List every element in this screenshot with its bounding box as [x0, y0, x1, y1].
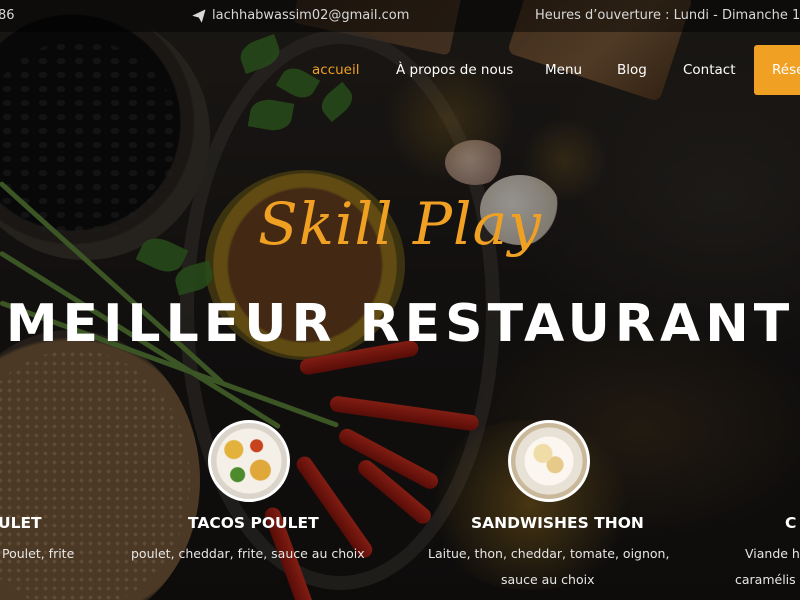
menu-item-description: Viande h [745, 546, 800, 561]
nav-item-blog[interactable]: Blog [617, 62, 647, 78]
menu-item-description: sauce au choix [501, 572, 595, 587]
paper-plane-icon [192, 9, 206, 22]
menu-item-description: Poulet, frite [2, 546, 75, 561]
hero-main-title: MEILLEUR RESTAURANT [5, 294, 795, 354]
email-contact[interactable]: lachhabwassim02@gmail.com [192, 8, 409, 23]
menu-item-description: caramélis [735, 572, 796, 587]
tacos-poulet-image[interactable] [208, 420, 290, 502]
opening-hours: Heures d’ouverture : Lundi - Dimanche 10 [535, 8, 800, 23]
email-address[interactable]: lachhabwassim02@gmail.com [212, 8, 409, 23]
menu-item-name: ULET [0, 514, 42, 532]
main-navigation: accueil À propos de nous Menu Blog Conta… [0, 62, 800, 82]
nav-item-a-propos[interactable]: À propos de nous [396, 62, 513, 78]
menu-item-description: poulet, cheddar, frite, sauce au choix [131, 546, 365, 561]
reserve-button[interactable]: Rése [754, 45, 800, 95]
sandwishes-thon-image[interactable] [508, 420, 590, 502]
phone-number[interactable]: 86 [0, 8, 15, 23]
menu-item-description: Laitue, thon, cheddar, tomate, oignon, [428, 546, 670, 561]
top-info-bar: 86 lachhabwassim02@gmail.com Heures d’ou… [0, 0, 800, 32]
nav-item-contact[interactable]: Contact [683, 62, 736, 78]
menu-item-name: SANDWISHES THON [471, 514, 644, 532]
nav-item-accueil[interactable]: accueil [312, 62, 359, 78]
nav-item-menu[interactable]: Menu [545, 62, 582, 78]
menu-item-name: TACOS POULET [188, 514, 319, 532]
hero-script-title: Skill Play [258, 190, 542, 258]
menu-item-name: C [785, 514, 797, 532]
